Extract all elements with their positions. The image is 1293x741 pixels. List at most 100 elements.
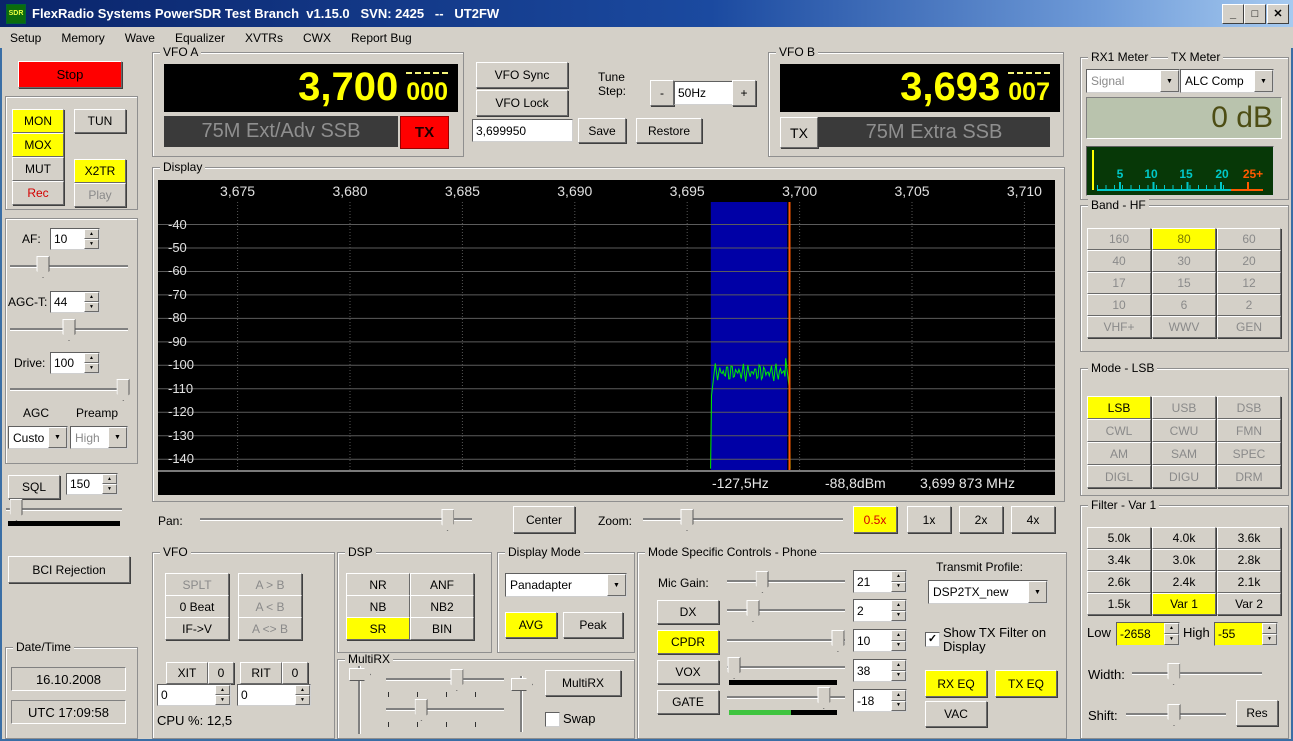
menu-wave[interactable]: Wave — [115, 28, 165, 48]
pan-slider[interactable] — [200, 508, 472, 530]
gate-button[interactable]: GATE — [657, 690, 719, 714]
tx-meter-select[interactable]: ALC Comp ▼ — [1180, 69, 1274, 93]
cpdr-slider[interactable] — [727, 629, 845, 651]
dx-slider[interactable] — [727, 599, 845, 621]
nb2-button[interactable]: NB2 — [410, 595, 474, 618]
filter-2.1k-button[interactable]: 2.1k — [1217, 571, 1281, 593]
sr-button[interactable]: SR — [346, 617, 410, 640]
filter-3.4k-button[interactable]: 3.4k — [1087, 549, 1151, 571]
rit-button[interactable]: RIT — [240, 662, 282, 684]
filter-high-spinner[interactable]: -55 ▲▼ — [1214, 622, 1278, 646]
maximize-icon[interactable]: □ — [1244, 4, 1266, 24]
filter-3.6k-button[interactable]: 3.6k — [1217, 527, 1281, 549]
xit-button[interactable]: XIT — [166, 662, 208, 684]
mode-spec-button[interactable]: SPEC — [1217, 442, 1281, 465]
menu-cwx[interactable]: CWX — [293, 28, 341, 48]
agct-slider[interactable] — [10, 318, 128, 340]
slider-thumb[interactable] — [1167, 663, 1180, 685]
slider-thumb[interactable] — [450, 669, 463, 691]
chevron-down-icon[interactable]: ▼ — [1160, 70, 1179, 92]
zoom-slider[interactable] — [643, 508, 843, 530]
dx-spinner[interactable]: 2 ▲▼ — [853, 599, 907, 622]
af-slider[interactable] — [10, 255, 128, 277]
tune-step-minus-button[interactable]: - — [650, 80, 674, 106]
split-button[interactable]: SPLT — [165, 573, 229, 596]
filter-4.0k-button[interactable]: 4.0k — [1152, 527, 1216, 549]
avg-button[interactable]: AVG — [505, 612, 557, 638]
slider-thumb[interactable] — [511, 678, 533, 691]
minimize-icon[interactable]: _ — [1222, 4, 1244, 24]
vfo-a-frequency-display[interactable]: 3,700 000 — [164, 64, 458, 112]
vfo-b-frequency-display[interactable]: 3,693 007 — [780, 64, 1060, 112]
vox-spinner[interactable]: 38 ▲▼ — [853, 659, 907, 682]
mut-button[interactable]: MUT — [12, 157, 64, 181]
rx1-meter-select[interactable]: Signal ▼ — [1086, 69, 1180, 93]
spectrum-plot[interactable] — [158, 202, 1055, 470]
vfo-sync-button[interactable]: VFO Sync — [476, 62, 568, 88]
gate-spinner[interactable]: -18 ▲▼ — [853, 689, 907, 712]
mode-am-button[interactable]: AM — [1087, 442, 1151, 465]
zero-beat-button[interactable]: 0 Beat — [165, 595, 229, 618]
zoom-2x-button[interactable]: 2x — [959, 506, 1003, 533]
chevron-down-icon[interactable]: ▼ — [48, 427, 67, 448]
mode-fmn-button[interactable]: FMN — [1217, 419, 1281, 442]
filter-2.6k-button[interactable]: 2.6k — [1087, 571, 1151, 593]
slider-thumb[interactable] — [1168, 704, 1181, 726]
slider-thumb[interactable] — [10, 499, 23, 521]
swap-checkbox[interactable] — [545, 712, 560, 727]
cpdr-spinner[interactable]: 10 ▲▼ — [853, 629, 907, 652]
band-160-button[interactable]: 160 — [1087, 228, 1151, 250]
menu-xvtrs[interactable]: XVTRs — [235, 28, 293, 48]
band-40-button[interactable]: 40 — [1087, 250, 1151, 272]
mode-digu-button[interactable]: DIGU — [1152, 465, 1216, 488]
band-20-button[interactable]: 20 — [1217, 250, 1281, 272]
show-tx-filter-checkbox[interactable]: ✓ — [925, 632, 940, 647]
filter-shift-reset-button[interactable]: Res — [1236, 700, 1278, 726]
vox-slider[interactable] — [727, 656, 845, 678]
mode-usb-button[interactable]: USB — [1152, 396, 1216, 419]
chevron-down-icon[interactable]: ▼ — [1028, 581, 1047, 603]
if-to-vfo-button[interactable]: IF->V — [165, 617, 229, 640]
mode-digl-button[interactable]: DIGL — [1087, 465, 1151, 488]
multirx-button[interactable]: MultiRX — [545, 670, 621, 696]
band-12-button[interactable]: 12 — [1217, 272, 1281, 294]
drive-spinner[interactable]: 100 ▲▼ — [50, 352, 100, 374]
preamp-select[interactable]: High ▼ — [70, 426, 128, 449]
peak-button[interactable]: Peak — [563, 612, 623, 638]
transmit-profile-select[interactable]: DSP2TX_new ▼ — [928, 580, 1048, 604]
mode-dsb-button[interactable]: DSB — [1217, 396, 1281, 419]
band-80-button[interactable]: 80 — [1152, 228, 1216, 250]
restore-button[interactable]: Restore — [636, 118, 702, 143]
filter-var1-button[interactable]: Var 1 — [1152, 593, 1216, 615]
tx-eq-button[interactable]: TX EQ — [995, 670, 1057, 697]
filter-width-slider[interactable] — [1132, 662, 1262, 684]
bin-button[interactable]: BIN — [410, 617, 474, 640]
b-to-a-button[interactable]: A < B — [238, 595, 302, 618]
slider-thumb[interactable] — [415, 699, 428, 721]
rit-clear-button[interactable]: 0 — [282, 662, 308, 684]
chevron-down-icon[interactable]: ▼ — [108, 427, 127, 448]
menu-memory[interactable]: Memory — [51, 28, 114, 48]
a-to-b-button[interactable]: A > B — [238, 573, 302, 596]
slider-thumb[interactable] — [756, 571, 769, 593]
agc-select[interactable]: Custo ▼ — [8, 426, 68, 449]
filter-var2-button[interactable]: Var 2 — [1217, 593, 1281, 615]
mode-cwu-button[interactable]: CWU — [1152, 419, 1216, 442]
multirx-gain-slider[interactable] — [386, 668, 504, 690]
xit-spinner[interactable]: 0 ▲▼ — [157, 684, 231, 706]
chevron-down-icon[interactable]: ▼ — [1254, 70, 1273, 92]
multirx-balance-vslider[interactable] — [510, 676, 532, 732]
zoom-1x-button[interactable]: 1x — [907, 506, 951, 533]
filter-2.4k-button[interactable]: 2.4k — [1152, 571, 1216, 593]
zoom-4x-button[interactable]: 4x — [1011, 506, 1055, 533]
anf-button[interactable]: ANF — [410, 573, 474, 596]
slider-thumb[interactable] — [817, 687, 830, 709]
gate-slider[interactable] — [727, 686, 845, 708]
slider-thumb[interactable] — [63, 319, 76, 341]
sql-spinner[interactable]: 150 ▲▼ — [66, 473, 118, 495]
slider-thumb[interactable] — [831, 630, 844, 652]
filter-1.5k-button[interactable]: 1.5k — [1087, 593, 1151, 615]
cpdr-button[interactable]: CPDR — [657, 630, 719, 654]
menu-report-bug[interactable]: Report Bug — [341, 28, 422, 48]
slider-thumb[interactable] — [37, 256, 50, 278]
